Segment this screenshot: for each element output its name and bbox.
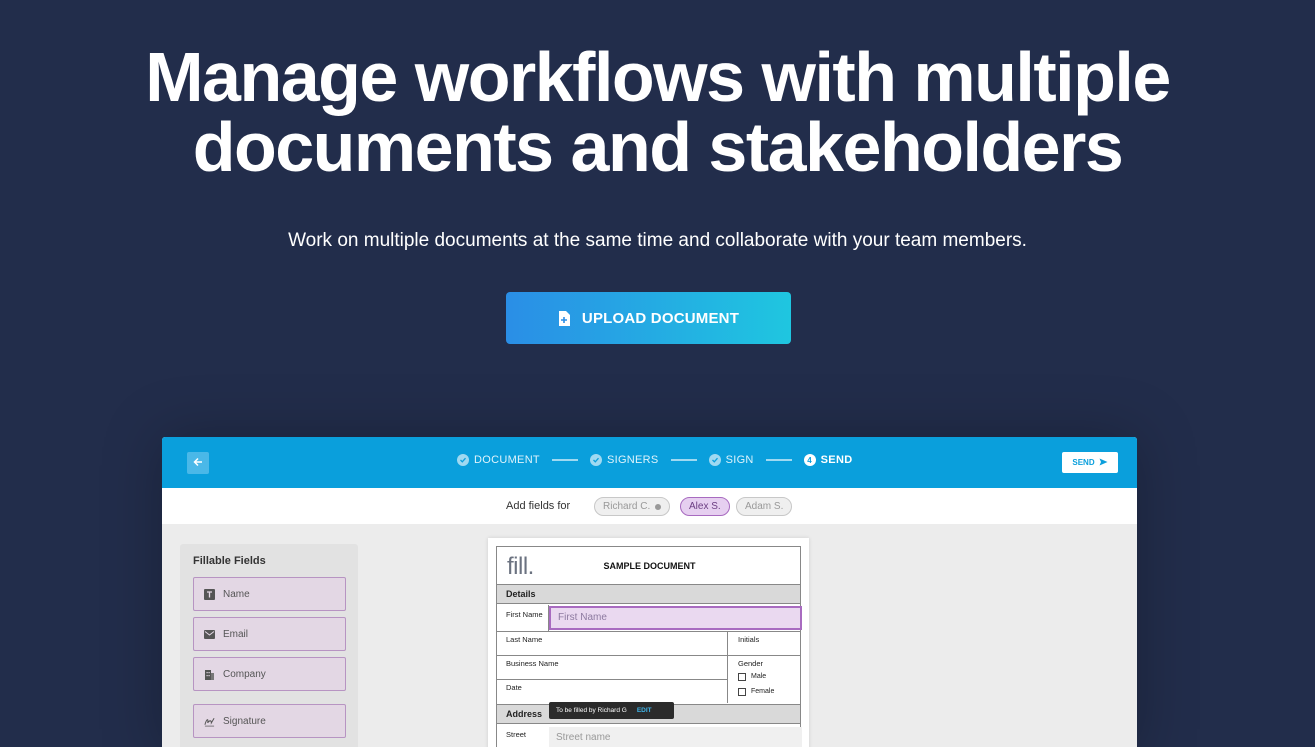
- hero-title-line1: Manage workflows with multiple: [145, 38, 1171, 116]
- first-name-label: First Name: [506, 610, 543, 619]
- app-preview: DOCUMENT SIGNERS SIGN 4 SEND SEND Add fi…: [162, 437, 1137, 747]
- street-field[interactable]: Street name: [549, 727, 802, 747]
- divider: [497, 631, 800, 632]
- upload-document-label: UPLOAD DOCUMENT: [581, 309, 740, 327]
- step-label: SIGNERS: [606, 454, 659, 466]
- signer-chip-label: Adam S.: [745, 501, 784, 512]
- step-label: SEND: [820, 454, 853, 466]
- building-icon: [204, 669, 215, 680]
- signer-chip-richard[interactable]: Richard C.: [594, 497, 671, 516]
- step-divider: [765, 459, 792, 461]
- file-plus-icon: [558, 310, 570, 326]
- fillable-fields-panel: Fillable Fields Name Email Company Signa…: [180, 544, 358, 747]
- add-fields-for-label: Add fields for: [506, 500, 571, 512]
- step-sign[interactable]: SIGN: [708, 454, 754, 466]
- step-send[interactable]: 4 SEND: [803, 454, 853, 466]
- app-top-bar: DOCUMENT SIGNERS SIGN 4 SEND SEND: [162, 437, 1137, 488]
- field-company[interactable]: Company: [193, 657, 346, 691]
- field-name[interactable]: Name: [193, 577, 346, 611]
- gender-label: Gender: [738, 659, 764, 668]
- signer-chip-alex[interactable]: Alex S.: [680, 497, 730, 516]
- field-label: Signature: [223, 715, 266, 727]
- check-icon: [708, 454, 721, 466]
- back-button[interactable]: [187, 452, 209, 474]
- divider: [497, 655, 800, 656]
- step-progress: DOCUMENT SIGNERS SIGN 4 SEND: [457, 454, 852, 466]
- step-number: 4: [803, 454, 816, 466]
- signature-icon: [204, 716, 215, 727]
- step-divider: [670, 459, 697, 461]
- text-icon: [204, 588, 215, 600]
- check-icon: [589, 454, 602, 466]
- first-name-field[interactable]: First Name: [549, 606, 802, 630]
- send-arrow-icon: [1099, 458, 1108, 468]
- document-title: SAMPLE DOCUMENT: [603, 561, 696, 571]
- field-label: Email: [223, 628, 249, 640]
- street-label: Street: [506, 730, 527, 739]
- step-divider: [551, 459, 578, 461]
- signer-selector-bar: Add fields for Richard C. Alex S. Adam S…: [162, 488, 1137, 524]
- initials-label: Initials: [738, 635, 760, 644]
- field-email[interactable]: Email: [193, 617, 346, 651]
- tooltip-text: To be filled by Richard G: [556, 707, 627, 714]
- send-button-label: SEND: [1072, 458, 1095, 467]
- business-name-label: Business Name: [506, 659, 559, 668]
- check-icon: [457, 454, 469, 466]
- assignee-tooltip: To be filled by Richard G EDIT: [549, 702, 674, 719]
- last-name-label: Last Name: [506, 635, 543, 644]
- date-label: Date: [506, 683, 522, 692]
- hero-title-line2: documents and stakeholders: [192, 108, 1124, 186]
- field-label: Name: [223, 588, 250, 600]
- signer-chip-adam[interactable]: Adam S.: [736, 497, 793, 516]
- field-signature[interactable]: Signature: [193, 704, 346, 738]
- document-frame: fill. SAMPLE DOCUMENT Details First Name…: [496, 546, 802, 747]
- sample-document: fill. SAMPLE DOCUMENT Details First Name…: [488, 538, 809, 747]
- tooltip-edit-link[interactable]: EDIT: [637, 707, 652, 714]
- field-label: Company: [223, 668, 266, 680]
- send-button[interactable]: SEND: [1062, 452, 1118, 473]
- divider: [497, 679, 727, 680]
- step-document[interactable]: DOCUMENT: [457, 454, 540, 466]
- upload-document-button[interactable]: UPLOAD DOCUMENT: [506, 292, 791, 344]
- step-signers[interactable]: SIGNERS: [589, 454, 659, 466]
- details-section-header: Details: [497, 584, 800, 604]
- signer-chip-label: Alex S.: [689, 501, 721, 512]
- panel-title: Fillable Fields: [193, 555, 266, 567]
- hero-title: Manage workflows with multiple documents…: [0, 42, 1315, 182]
- male-checkbox[interactable]: [738, 673, 746, 681]
- signer-chip-label: Richard C.: [603, 501, 651, 512]
- divider: [727, 631, 728, 703]
- step-label: SIGN: [725, 454, 754, 466]
- arrow-left-icon: [193, 454, 203, 472]
- hero-subtitle: Work on multiple documents at the same t…: [288, 230, 1027, 251]
- envelope-icon: [204, 629, 215, 640]
- status-dot-icon: [655, 503, 662, 510]
- female-label: Female: [751, 688, 775, 695]
- male-label: Male: [751, 673, 767, 680]
- divider: [548, 605, 549, 631]
- step-label: DOCUMENT: [474, 454, 540, 466]
- female-checkbox[interactable]: [738, 688, 746, 696]
